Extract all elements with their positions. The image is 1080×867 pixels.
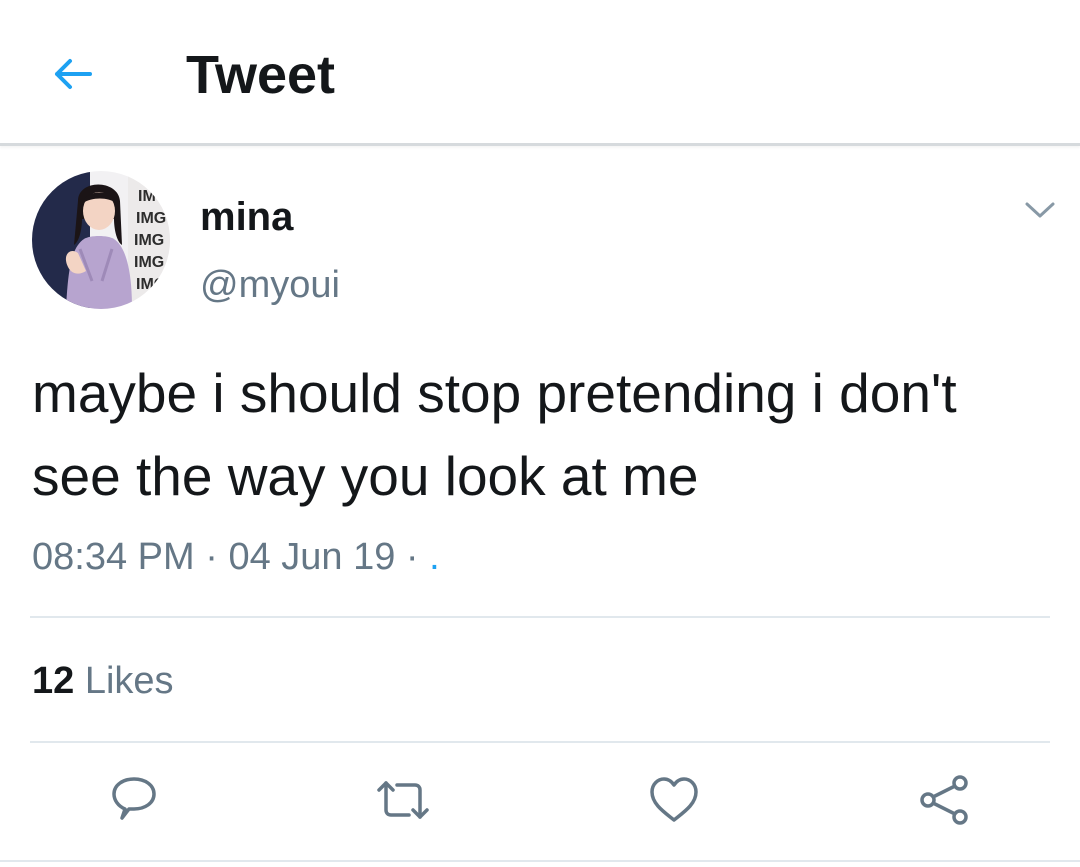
top-app-bar: Tweet (0, 0, 1080, 146)
avatar-wall-text: IMG (134, 232, 164, 249)
heart-icon (650, 777, 698, 822)
retweet-button[interactable] (373, 770, 433, 830)
reply-icon (112, 777, 156, 820)
avatar-wall-text: IMG (136, 276, 166, 293)
divider (30, 616, 1050, 618)
tweet-date: 04 Jun 19 (228, 536, 396, 578)
likes-label: Likes (84, 660, 174, 702)
tweet-menu-button[interactable] (1012, 190, 1068, 230)
profile-photo-avatar: IMG IMG IMG IMG IMG (32, 171, 170, 309)
tweet-metadata: 08:34 PM · 04 Jun 19 · . (32, 532, 440, 582)
meta-separator: · (205, 536, 218, 578)
retweet-icon (377, 781, 429, 819)
tweet-source-link[interactable]: . (429, 536, 440, 578)
tweet-text: maybe i should stop pretending i don't s… (32, 362, 957, 507)
page-title: Tweet (186, 45, 336, 105)
meta-separator: · (405, 536, 419, 578)
avatar-wall-text: IMG (138, 188, 168, 205)
chevron-down-icon (1025, 202, 1055, 218)
avatar-wall-text: IMG (134, 254, 164, 271)
arrow-left-icon (55, 59, 92, 89)
share-icon (920, 775, 968, 825)
tweet-time: 08:34 PM (32, 536, 195, 578)
likes-stat[interactable]: 12 Likes (32, 656, 174, 706)
user-handle[interactable]: @myoui (200, 262, 340, 308)
like-button[interactable] (644, 770, 704, 830)
back-button[interactable] (44, 46, 100, 102)
divider (30, 741, 1050, 743)
likes-count: 12 (32, 660, 75, 702)
display-name[interactable]: mina (200, 193, 293, 241)
divider (0, 860, 1080, 862)
reply-button[interactable] (104, 770, 164, 830)
share-button[interactable] (914, 770, 974, 830)
avatar-wall-text: IMG (136, 210, 166, 227)
avatar[interactable]: IMG IMG IMG IMG IMG (32, 171, 170, 309)
